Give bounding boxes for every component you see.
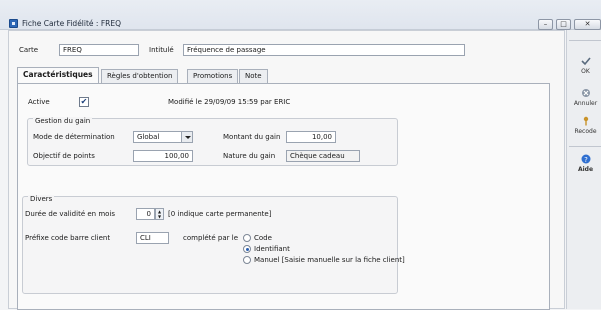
tab-note[interactable]: Note — [239, 69, 268, 83]
active-label: Active — [28, 98, 50, 106]
ok-button[interactable]: OK — [569, 56, 601, 75]
radio-code[interactable] — [243, 234, 251, 242]
duree-hint: [0 indique carte permanente] — [168, 210, 272, 218]
modified-text: Modifié le 29/09/09 15:59 par ERIC — [168, 98, 291, 106]
divider — [569, 146, 601, 147]
objectif-field[interactable]: 100,00 — [133, 150, 193, 162]
app-icon — [9, 19, 18, 28]
intitule-field[interactable]: Fréquence de passage — [183, 44, 465, 56]
chevron-down-icon[interactable] — [181, 132, 192, 142]
recode-button[interactable]: Recode — [569, 116, 601, 135]
complete-label: complété par le — [183, 234, 239, 242]
action-sidebar: OK Annuler Recode ? Aide — [566, 30, 601, 309]
nature-field[interactable]: Chèque cadeau — [286, 150, 360, 162]
key-icon — [583, 116, 588, 126]
checkmark-icon — [580, 57, 591, 66]
prefixe-label: Préfixe code barre client — [25, 234, 111, 242]
window-title: Fiche Carte Fidélité : FREQ — [22, 19, 121, 28]
svg-text:?: ? — [584, 156, 588, 164]
gestion-gain-title: Gestion du gain — [33, 117, 93, 125]
maximize-button[interactable]: □ — [556, 19, 571, 30]
nature-label: Nature du gain — [223, 152, 276, 160]
spin-down-icon[interactable]: ▼ — [156, 214, 163, 219]
radio-manuel-label: Manuel [Saisie manuelle sur la fiche cli… — [254, 256, 405, 264]
divers-group: Divers Durée de validité en mois 0 ▲ ▼ [… — [22, 195, 405, 294]
carte-label: Carte — [19, 46, 39, 54]
cancel-icon — [581, 89, 590, 97]
help-icon: ? — [581, 154, 590, 164]
close-button[interactable]: ✕ — [574, 19, 601, 30]
caracteristiques-panel: Active ✔ Modifié le 29/09/09 15:59 par E… — [17, 83, 550, 310]
prefixe-field[interactable]: CLI — [136, 232, 169, 244]
radio-identifiant-label: Identifiant — [254, 245, 290, 253]
recode-label: Recode — [574, 128, 597, 135]
gestion-gain-group: Gestion du gain Mode de détermination Gl… — [27, 117, 398, 166]
annuler-label: Annuler — [573, 100, 598, 107]
mode-value: Global — [137, 133, 160, 141]
radio-identifiant[interactable] — [243, 245, 251, 253]
ok-label: OK — [581, 68, 590, 75]
montant-field[interactable]: 10,00 — [286, 131, 336, 143]
form-area: Carte FREQ Intitulé Fréquence de passage… — [8, 30, 565, 310]
active-checkbox[interactable]: ✔ — [79, 97, 89, 107]
radio-code-label: Code — [254, 234, 272, 242]
radio-manuel[interactable] — [243, 256, 251, 264]
intitule-label: Intitulé — [149, 46, 174, 54]
title-bar: Fiche Carte Fidélité : FREQ – □ ✕ — [0, 0, 601, 30]
duree-stepper[interactable]: ▲ ▼ — [155, 208, 164, 220]
divers-title: Divers — [28, 195, 55, 203]
divider — [569, 40, 601, 41]
duree-field[interactable]: 0 — [136, 208, 155, 220]
objectif-label: Objectif de points — [33, 152, 95, 160]
mode-select[interactable]: Global — [133, 131, 193, 143]
aide-button[interactable]: ? Aide — [569, 154, 601, 173]
annuler-button[interactable]: Annuler — [569, 88, 601, 107]
minimize-button[interactable]: – — [538, 19, 553, 30]
aide-label: Aide — [577, 166, 594, 173]
carte-field[interactable]: FREQ — [59, 44, 139, 56]
montant-label: Montant du gain — [223, 133, 281, 141]
tab-caracteristiques[interactable]: Caractéristiques — [17, 67, 99, 84]
duree-label: Durée de validité en mois — [25, 210, 116, 218]
tab-regles-obtention[interactable]: Règles d'obtention — [101, 69, 179, 83]
mode-label: Mode de détermination — [33, 133, 115, 141]
tab-promotions[interactable]: Promotions — [187, 69, 239, 83]
